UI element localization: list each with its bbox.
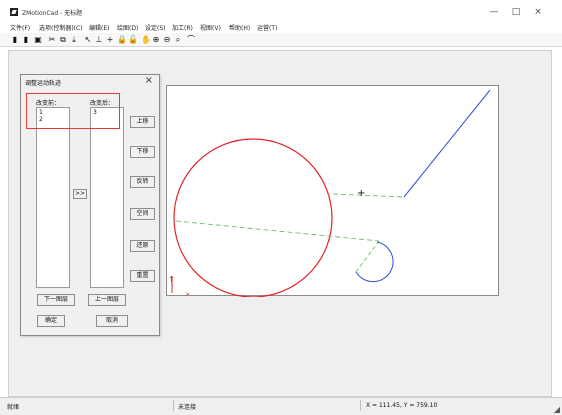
green-dashed-link-1 (332, 193, 405, 198)
menu-edit[interactable]: 编辑(E) (89, 23, 109, 32)
app-logo-icon (10, 8, 18, 16)
blue-line-path (403, 89, 491, 198)
menu-process[interactable]: 加工(R) (172, 23, 193, 32)
menu-draw[interactable]: 绘图(D) (117, 23, 138, 32)
canvas-drawing: + ↑ > (168, 89, 491, 298)
status-ready: 就绪 (7, 404, 20, 411)
select-icon[interactable]: ↖ (84, 36, 92, 44)
menu-file[interactable]: 文件(F) (10, 23, 30, 32)
cross-icon[interactable]: + (106, 36, 114, 44)
reverse-button[interactable]: 反转 (130, 176, 155, 188)
title-bar: ZMotionCad - 无标题 — □ × (0, 0, 562, 20)
menu-run[interactable]: 运营(T) (257, 23, 277, 32)
unlock-icon[interactable]: 🔓 (128, 36, 138, 44)
annotation-highlight-box (26, 93, 120, 129)
move-down-button[interactable]: 下移 (130, 146, 155, 158)
status-coordinates: X = 111.45, Y = 759.10 (366, 402, 438, 409)
green-dashed-link-2 (175, 220, 380, 242)
menu-settings[interactable]: 设定(S) (145, 23, 166, 32)
prev-layer-button[interactable]: 上一图层 (88, 294, 126, 306)
next-layer-button[interactable]: 下一图层 (37, 294, 75, 306)
reset-button[interactable]: 重置 (130, 270, 155, 282)
zoom-in-icon[interactable]: ⊕ (152, 36, 160, 44)
resize-grip-icon[interactable]: ◢ (554, 405, 560, 414)
open-file-icon[interactable]: ▮ (22, 36, 30, 44)
empty-space-button[interactable]: 空间 (130, 208, 155, 220)
download-icon[interactable]: ⤓ (70, 36, 78, 44)
menu-options[interactable]: 选项(控制器)(C) (39, 23, 83, 32)
move-up-button[interactable]: 上移 (130, 116, 155, 128)
cursor-crosshair: + (357, 188, 365, 199)
cut-icon[interactable]: ✂ (48, 36, 56, 44)
menu-bar: 文件(F) 选项(控制器)(C) 编辑(E) 绘图(D) 设定(S) 加工(R)… (0, 20, 562, 33)
measure-icon[interactable]: ⊥ (95, 36, 103, 44)
y-axis-arrow: ↑ (168, 275, 175, 284)
drawing-canvas[interactable]: + ↑ > (166, 85, 499, 298)
status-divider (360, 400, 361, 411)
menu-view[interactable]: 视图(V) (200, 23, 221, 32)
before-list[interactable]: 1 2 (36, 107, 70, 288)
green-dashed-link-3 (355, 240, 380, 273)
arc-icon[interactable]: ⌒ (187, 36, 195, 44)
dialog-close-icon[interactable]: × (145, 75, 153, 86)
maximize-button[interactable]: □ (508, 6, 524, 18)
x-axis-arrow: > (185, 291, 190, 297)
cancel-button[interactable]: 取消 (96, 315, 128, 327)
zoom-extent-icon[interactable]: ⌕ (174, 36, 182, 44)
new-file-icon[interactable]: ▮ (11, 36, 19, 44)
status-bar: 就绪 未连接 X = 111.45, Y = 759.10 ◢ (0, 397, 562, 415)
window-title: ZMotionCad - 无标题 (22, 10, 83, 17)
status-divider (173, 400, 174, 411)
ok-button[interactable]: 确定 (37, 315, 65, 327)
menu-help[interactable]: 帮助(H) (229, 23, 250, 32)
copy-icon[interactable]: ⧉ (59, 36, 67, 44)
minimize-button[interactable]: — (486, 6, 502, 18)
save-icon[interactable]: ▣ (34, 36, 42, 44)
lock-icon[interactable]: 🔒 (117, 36, 127, 44)
close-window-button[interactable]: × (530, 6, 546, 18)
move-right-button[interactable]: >> (73, 189, 87, 199)
zoom-out-icon[interactable]: ⊖ (163, 36, 171, 44)
hand-icon[interactable]: ✋ (141, 36, 151, 44)
red-circle-path (173, 138, 333, 298)
status-connection: 未连接 (178, 404, 197, 411)
toolbar: ▮ ▮ ▣ ✂ ⧉ ⤓ ↖ ⊥ + 🔒 🔓 ✋ ⊕ ⊖ ⌕ ⌒ (0, 33, 562, 47)
dialog-title: 调整运动轨迹 (25, 80, 62, 87)
blue-arc-path (355, 241, 394, 283)
after-list[interactable]: 3 (90, 107, 124, 288)
restore-button[interactable]: 还原 (130, 240, 155, 252)
